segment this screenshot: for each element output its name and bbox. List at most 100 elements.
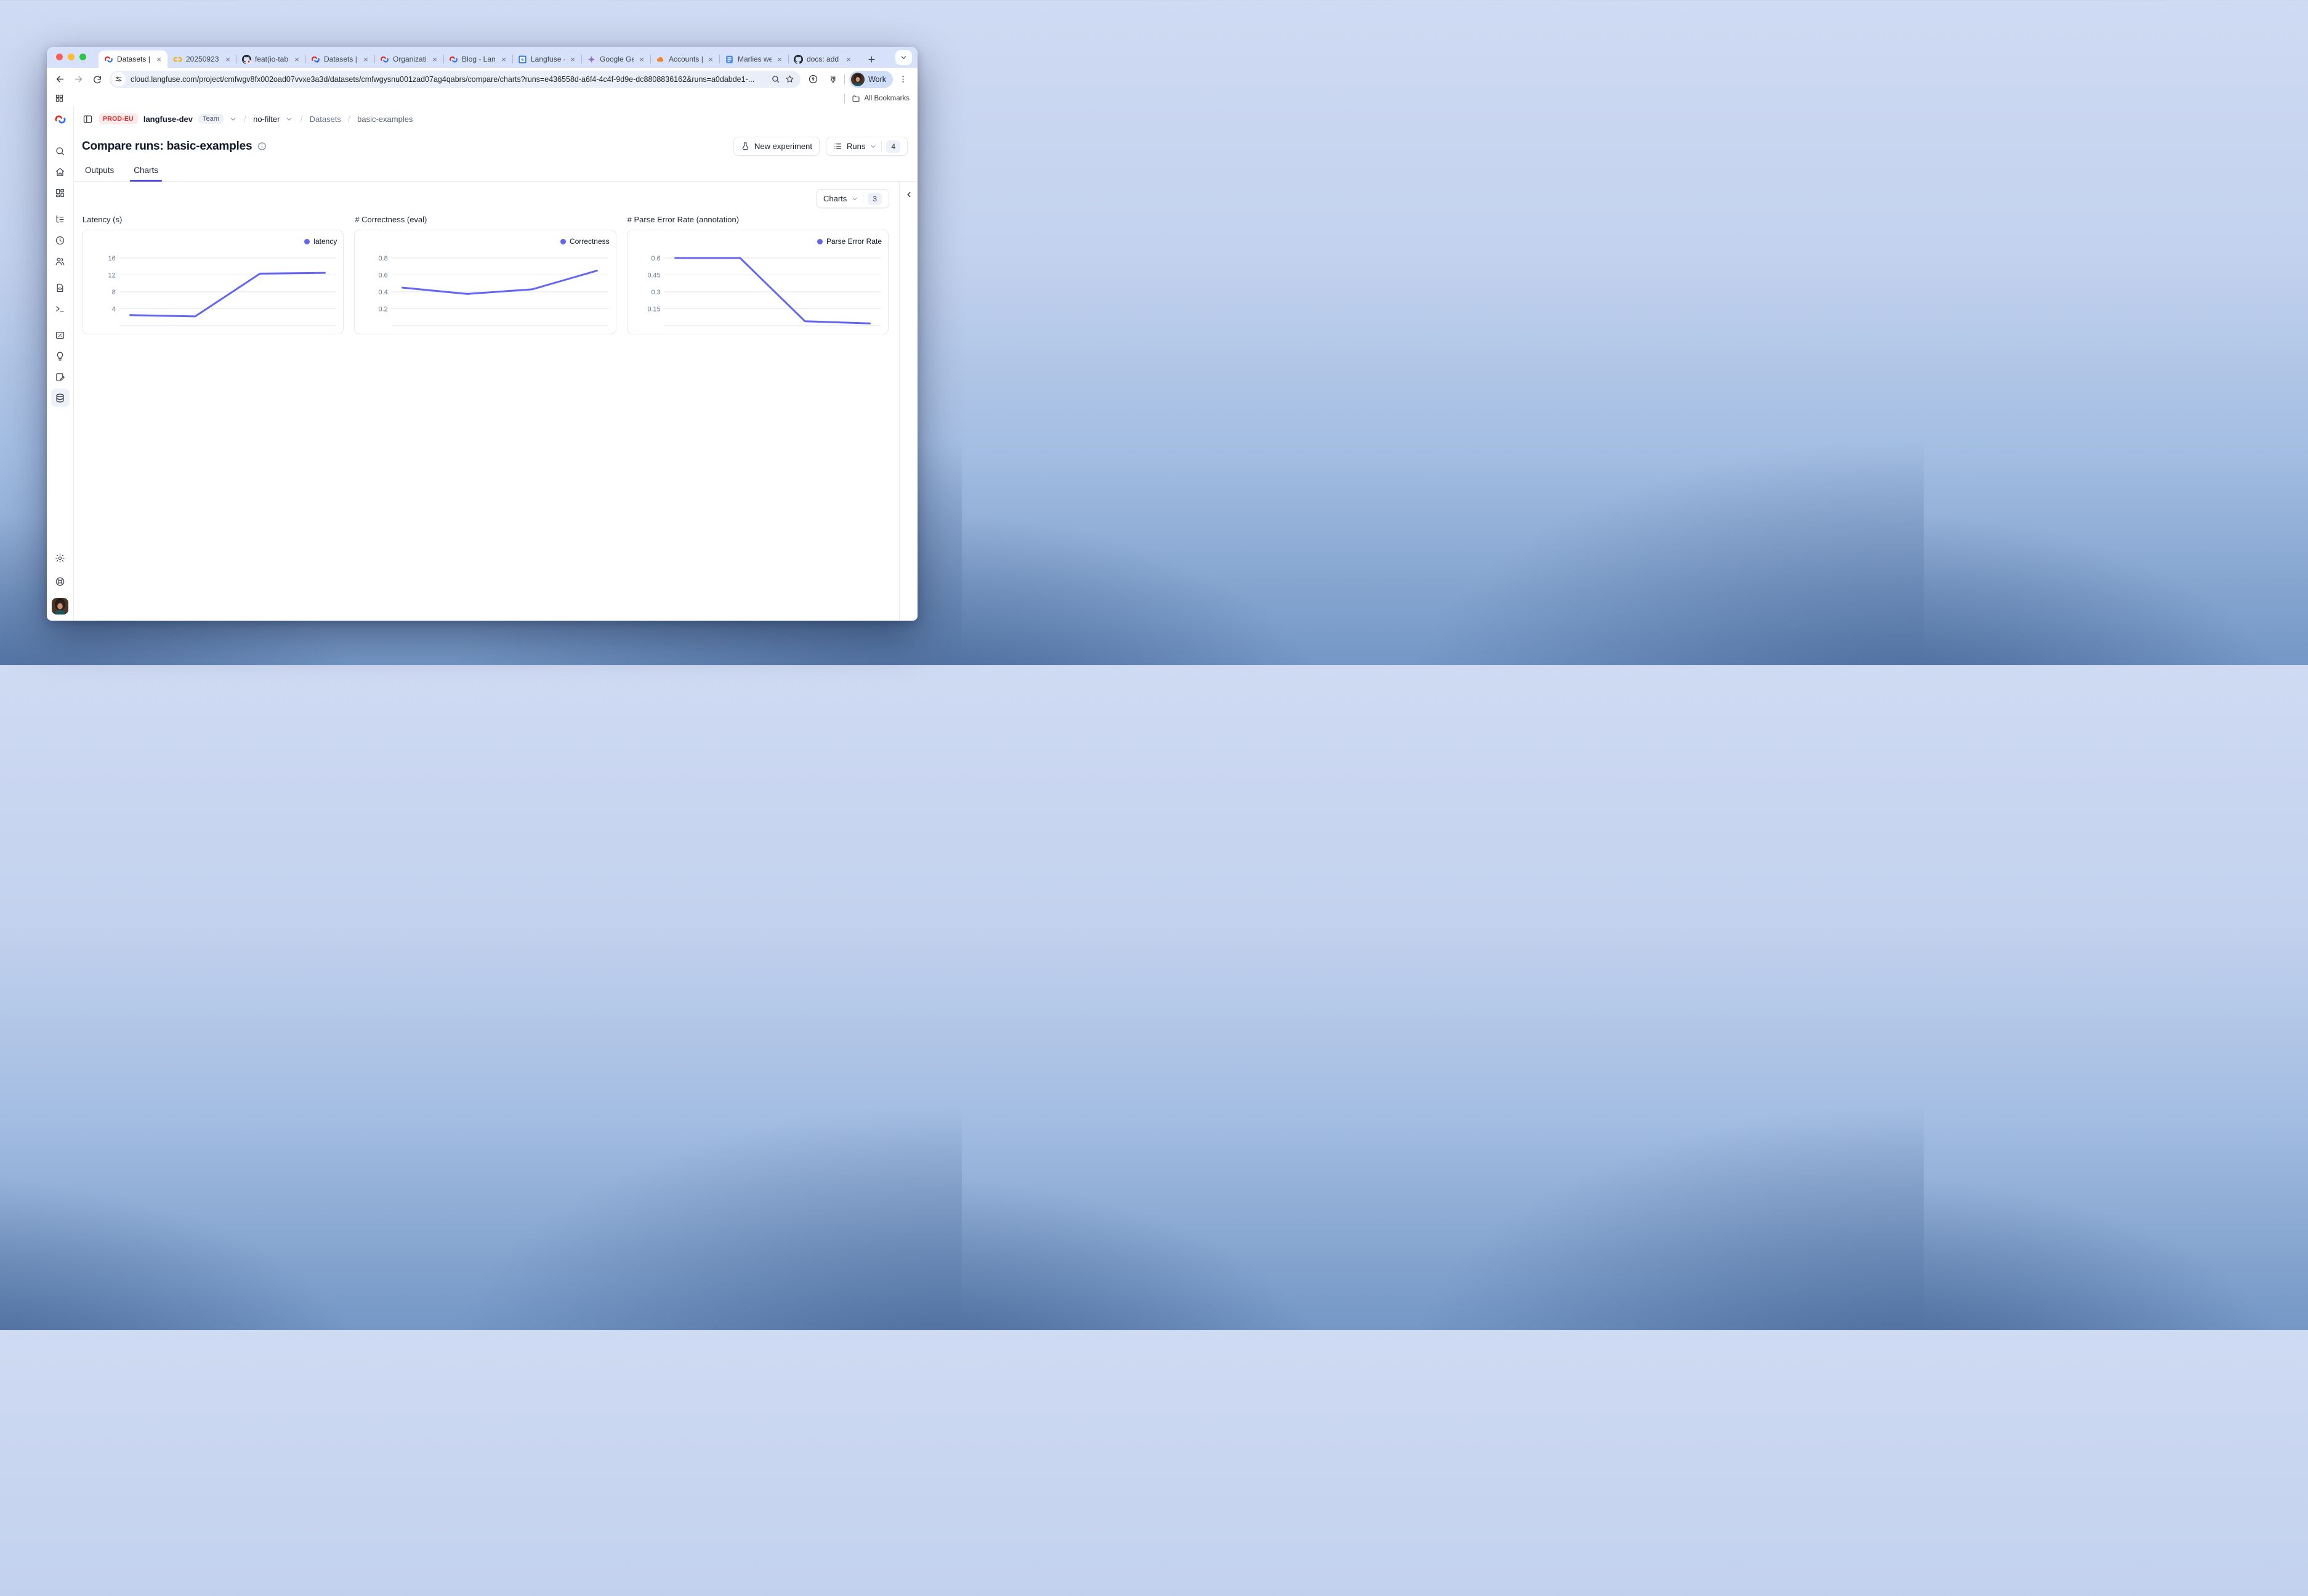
- info-icon[interactable]: [257, 142, 267, 151]
- zoom-icon[interactable]: [771, 75, 780, 84]
- toolbar-divider: [844, 75, 845, 84]
- browser-tab[interactable]: 20250923 ×: [167, 50, 236, 68]
- user-avatar[interactable]: [52, 598, 68, 615]
- new-experiment-button[interactable]: New experiment: [733, 137, 820, 156]
- button-divider: [881, 141, 882, 151]
- runs-label: Runs: [847, 142, 865, 151]
- svg-text:0.2: 0.2: [379, 305, 388, 313]
- environment-badge: PROD-EU: [99, 113, 138, 124]
- tab-close-icon[interactable]: ×: [637, 55, 646, 63]
- sidebar-item-insights[interactable]: [51, 347, 70, 365]
- sidebar-item-dashboard[interactable]: [51, 183, 70, 202]
- breadcrumb: PROD-EU langfuse-dev Team no-filter Data…: [74, 106, 918, 132]
- bookmarks-bar: All Bookmarks: [47, 91, 918, 106]
- tab-close-icon[interactable]: ×: [224, 55, 232, 63]
- password-manager-icon[interactable]: [805, 71, 821, 87]
- forward-button[interactable]: [70, 71, 87, 87]
- sidebar-item-sessions[interactable]: [51, 231, 70, 249]
- list-blue-favicon: [725, 55, 734, 64]
- back-button[interactable]: [52, 71, 68, 87]
- tab-title: Accounts |: [669, 55, 703, 63]
- tab-close-icon[interactable]: ×: [155, 55, 163, 63]
- tab-close-icon[interactable]: ×: [706, 55, 715, 63]
- tab-close-icon[interactable]: ×: [361, 55, 370, 63]
- tab-charts[interactable]: Charts: [132, 166, 160, 181]
- apps-grid-icon[interactable]: [55, 94, 64, 103]
- tab-title: Marlies we: [738, 55, 772, 63]
- org-chevron-icon[interactable]: [229, 115, 237, 123]
- charts-count-badge: 3: [868, 193, 882, 205]
- charts-grid: Latency (s)latency161284# Correctness (e…: [74, 209, 899, 334]
- browser-tab[interactable]: Marlies we×: [719, 50, 788, 68]
- sidebar-toggle-icon[interactable]: [83, 114, 93, 124]
- breadcrumb-separator: [299, 114, 304, 124]
- browser-tab[interactable]: Google Ge×: [581, 50, 650, 68]
- profile-label: Work: [868, 75, 886, 84]
- sidebar-item-annotation[interactable]: [51, 368, 70, 386]
- runs-count-badge: 4: [886, 140, 900, 153]
- langfuse-logo[interactable]: [54, 113, 67, 126]
- close-window-button[interactable]: [56, 54, 63, 60]
- browser-tab[interactable]: 6Langfuse -×: [512, 50, 581, 68]
- bookmark-star-icon[interactable]: [785, 75, 794, 84]
- chart-legend: Parse Error Rate: [634, 236, 882, 247]
- url-text[interactable]: cloud.langfuse.com/project/cmfwgv8fx002o…: [131, 75, 766, 84]
- svg-text:0.45: 0.45: [647, 272, 660, 279]
- charts-dropdown-button[interactable]: Charts 3: [816, 189, 889, 208]
- project-chevron-icon[interactable]: [285, 115, 293, 123]
- breadcrumb-datasets-link[interactable]: Datasets: [310, 115, 341, 124]
- svg-text:16: 16: [108, 255, 116, 262]
- tab-close-icon[interactable]: ×: [844, 55, 853, 63]
- new-tab-button[interactable]: [865, 52, 878, 66]
- browser-tab[interactable]: Datasets | L×: [305, 50, 374, 68]
- browser-tab[interactable]: Accounts |×: [650, 50, 719, 68]
- legend-label: Parse Error Rate: [826, 237, 882, 246]
- refresh-button[interactable]: [89, 71, 105, 87]
- sidebar-item-tracing[interactable]: [51, 210, 70, 228]
- tab-close-icon[interactable]: ×: [293, 55, 301, 63]
- svg-text:4: 4: [112, 305, 116, 313]
- tab-close-icon[interactable]: ×: [499, 55, 508, 63]
- maximize-window-button[interactable]: [79, 54, 86, 60]
- browser-tab[interactable]: Datasets | L ×: [99, 50, 167, 68]
- tab-outputs[interactable]: Outputs: [83, 166, 116, 181]
- sidebar-item-settings[interactable]: [51, 549, 70, 567]
- sidebar-item-datasets[interactable]: [51, 389, 70, 407]
- browser-tab[interactable]: feat(io-tab×: [236, 50, 305, 68]
- runs-dropdown-button[interactable]: Runs 4: [826, 137, 908, 156]
- tab-title: Datasets | L: [117, 55, 151, 63]
- breadcrumb-separator: [243, 114, 248, 124]
- sidebar-item-playground[interactable]: [51, 299, 70, 318]
- extensions-puzzle-icon[interactable]: [823, 71, 840, 87]
- all-bookmarks[interactable]: All Bookmarks: [842, 94, 910, 103]
- tab-close-icon[interactable]: ×: [430, 55, 439, 63]
- browser-tab[interactable]: Organizatio×: [374, 50, 443, 68]
- browser-menu-icon[interactable]: [895, 71, 911, 87]
- collapsed-side-panel: [899, 182, 918, 621]
- browser-tab[interactable]: Blog - Lang×: [443, 50, 512, 68]
- tab-search-button[interactable]: [895, 50, 912, 65]
- profile-chip[interactable]: Work: [849, 71, 893, 88]
- url-bar[interactable]: cloud.langfuse.com/project/cmfwgv8fx002o…: [110, 71, 801, 88]
- sidebar-item-prompts[interactable]: [51, 278, 70, 297]
- calendar-favicon: 6: [518, 55, 527, 64]
- tab-title: 20250923: [186, 55, 220, 63]
- sidebar-item-evaluators[interactable]: [51, 326, 70, 344]
- sidebar-item-search[interactable]: [51, 142, 70, 160]
- browser-tab[interactable]: docs: add×: [788, 50, 857, 68]
- svg-text:0.15: 0.15: [647, 305, 660, 313]
- sidebar-item-users[interactable]: [51, 252, 70, 270]
- tab-title: Google Ge: [600, 55, 634, 63]
- sidebar-item-support[interactable]: [51, 572, 70, 590]
- project-name[interactable]: no-filter: [253, 115, 280, 124]
- svg-text:0.3: 0.3: [651, 289, 660, 296]
- expand-panel-chevron-icon[interactable]: [905, 190, 913, 621]
- minimize-window-button[interactable]: [68, 54, 75, 60]
- sidebar-item-home[interactable]: [51, 163, 70, 181]
- sidebar-bottom: [51, 546, 70, 615]
- org-name[interactable]: langfuse-dev: [143, 115, 193, 124]
- tab-close-icon[interactable]: ×: [775, 55, 784, 63]
- sidebar-bottom-nav: [51, 546, 70, 590]
- tab-close-icon[interactable]: ×: [568, 55, 577, 63]
- site-controls-icon[interactable]: [111, 72, 126, 86]
